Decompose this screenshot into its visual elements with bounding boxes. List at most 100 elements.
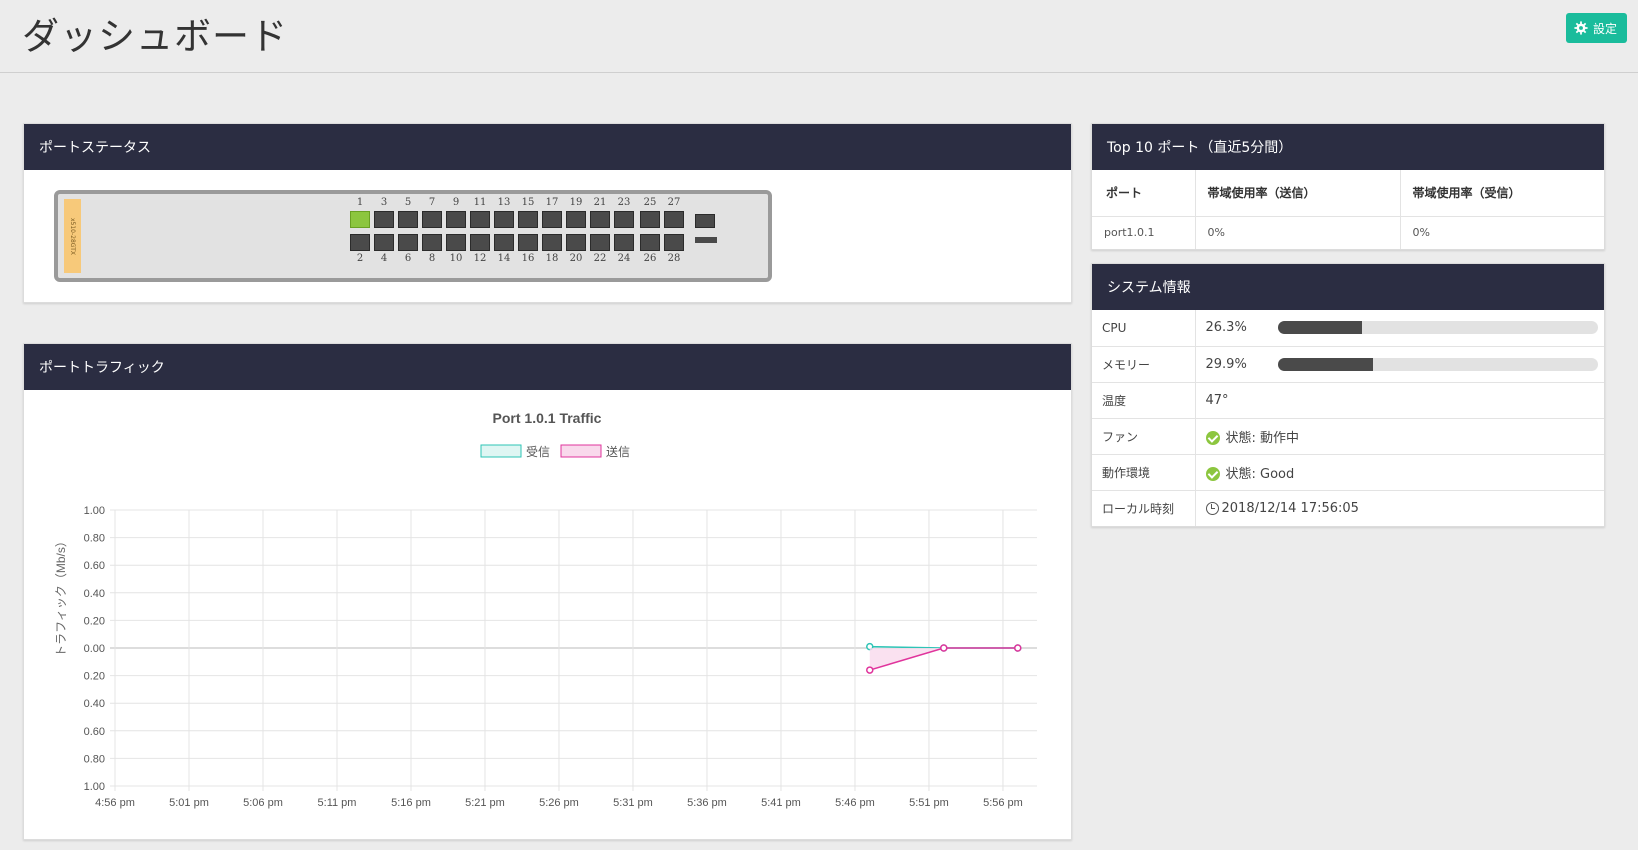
port-number-label: 14 bbox=[497, 253, 511, 264]
legend-label: 送信 bbox=[606, 444, 630, 459]
y-tick-label: 0.60 bbox=[84, 560, 105, 572]
clock-icon bbox=[1205, 501, 1219, 515]
port-14[interactable] bbox=[494, 234, 514, 251]
data-point bbox=[940, 644, 948, 652]
y-tick-label: 0.00 bbox=[84, 643, 105, 655]
port-24[interactable] bbox=[614, 234, 634, 251]
y-tick-label: 0.60 bbox=[84, 726, 105, 738]
port-12[interactable] bbox=[470, 234, 490, 251]
settings-button[interactable]: 設定 bbox=[1565, 13, 1627, 43]
port-number-label: 26 bbox=[643, 253, 657, 264]
environment-value: 状態: Good bbox=[1225, 466, 1295, 482]
cell-tx: 0% bbox=[1195, 216, 1401, 249]
port-number-label: 20 bbox=[569, 253, 583, 264]
fan-value: 状態: 動作中 bbox=[1225, 430, 1300, 446]
col-header-tx[interactable]: 帯域使用率（送信） bbox=[1195, 170, 1401, 217]
port-22[interactable] bbox=[590, 234, 610, 251]
check-circle-icon bbox=[1205, 431, 1220, 445]
port-15[interactable] bbox=[518, 211, 538, 228]
top10-title: Top 10 ポート（直近5分間） bbox=[1092, 124, 1604, 170]
port-2[interactable] bbox=[350, 234, 370, 251]
port-number-label: 28 bbox=[667, 253, 681, 264]
settings-label: 設定 bbox=[1592, 21, 1617, 36]
port-4[interactable] bbox=[374, 234, 394, 251]
port-number-label: 12 bbox=[473, 253, 487, 264]
port-traffic-panel: ポートトラフィック Port 1.0.1 Traffic 受信 送信 1.00 0.… bbox=[23, 343, 1072, 840]
port-10[interactable] bbox=[446, 234, 466, 251]
top-bar: ダッシュボード 設定 bbox=[0, 0, 1638, 73]
port-8[interactable] bbox=[422, 234, 442, 251]
port-number-label: 17 bbox=[545, 197, 559, 208]
top10-panel: Top 10 ポート（直近5分間） ポート 帯域使用率（送信） 帯域使用率（受信… bbox=[1091, 123, 1605, 250]
port-11[interactable] bbox=[470, 211, 490, 228]
gear-icon bbox=[1574, 21, 1588, 35]
port-25[interactable] bbox=[640, 211, 660, 228]
port-number-label: 19 bbox=[569, 197, 583, 208]
chart-series bbox=[866, 642, 1022, 674]
port-21[interactable] bbox=[590, 211, 610, 228]
cpu-value: 26.3% bbox=[1205, 320, 1247, 336]
memory-bar bbox=[1277, 357, 1598, 371]
col-header-port[interactable]: ポート bbox=[1092, 170, 1196, 217]
port-13[interactable] bbox=[494, 211, 514, 228]
port-1[interactable] bbox=[350, 211, 370, 228]
x-tick-label: 5:56 pm bbox=[983, 797, 1023, 809]
system-info-table: CPU 26.3% メモリー 29.9% 温度 47° ファン 状態: 動作中 … bbox=[1092, 310, 1604, 526]
port-26[interactable] bbox=[640, 234, 660, 251]
memory-value: 29.9% bbox=[1205, 356, 1247, 372]
page-title: ダッシュボード bbox=[22, 15, 288, 58]
port-18[interactable] bbox=[542, 234, 562, 251]
port-number-label: 15 bbox=[521, 197, 535, 208]
port-27[interactable] bbox=[664, 211, 684, 228]
environment-label: 動作環境 bbox=[1092, 454, 1196, 491]
port-number-label: 27 bbox=[667, 197, 681, 208]
legend-swatch bbox=[560, 444, 602, 458]
x-tick-label: 5:06 pm bbox=[243, 797, 283, 809]
sfp-port[interactable] bbox=[695, 237, 717, 243]
memory-row: メモリー 29.9% bbox=[1092, 346, 1604, 383]
cpu-bar-fill bbox=[1277, 321, 1362, 335]
y-tick-label: 0.80 bbox=[84, 753, 105, 765]
port-23[interactable] bbox=[614, 211, 634, 228]
port-number-label: 7 bbox=[428, 197, 436, 208]
switch-model-label: x510-28GTX bbox=[64, 199, 81, 273]
sfp-port[interactable] bbox=[695, 214, 715, 228]
temperature-row: 温度 47° bbox=[1092, 382, 1604, 419]
data-point bbox=[866, 666, 874, 674]
cpu-label: CPU bbox=[1092, 310, 1196, 347]
environment-row: 動作環境 状態: Good bbox=[1092, 454, 1604, 491]
memory-label: メモリー bbox=[1092, 346, 1196, 383]
local-time-label: ローカル時刻 bbox=[1092, 490, 1196, 526]
system-info-panel: システム情報 CPU 26.3% メモリー 29.9% 温度 47° ファン 状… bbox=[1091, 263, 1605, 527]
port-number-label: 21 bbox=[593, 197, 607, 208]
fan-row: ファン 状態: 動作中 bbox=[1092, 418, 1604, 455]
port-19[interactable] bbox=[566, 211, 586, 228]
port-5[interactable] bbox=[398, 211, 418, 228]
legend-swatch bbox=[480, 444, 522, 458]
table-row: port1.0.1 0% 0% bbox=[1092, 216, 1604, 249]
port-6[interactable] bbox=[398, 234, 418, 251]
x-tick-label: 5:01 pm bbox=[169, 797, 209, 809]
port-number-label: 18 bbox=[545, 253, 559, 264]
port-number-label: 23 bbox=[617, 197, 631, 208]
memory-bar-fill bbox=[1277, 357, 1374, 371]
top10-table: ポート 帯域使用率（送信） 帯域使用率（受信） port1.0.1 0% 0% bbox=[1092, 170, 1604, 249]
port-16[interactable] bbox=[518, 234, 538, 251]
chart-legend: 受信 送信 bbox=[480, 444, 630, 459]
port-number-label: 5 bbox=[404, 197, 412, 208]
port-3[interactable] bbox=[374, 211, 394, 228]
port-9[interactable] bbox=[446, 211, 466, 228]
local-time-row: ローカル時刻 2018/12/14 17:56:05 bbox=[1092, 490, 1604, 526]
port-17[interactable] bbox=[542, 211, 562, 228]
y-tick-label: 1.00 bbox=[84, 781, 105, 793]
col-header-rx[interactable]: 帯域使用率（受信） bbox=[1400, 170, 1604, 217]
port-20[interactable] bbox=[566, 234, 586, 251]
port-7[interactable] bbox=[422, 211, 442, 228]
y-tick-label: 1.00 bbox=[84, 505, 105, 517]
port-28[interactable] bbox=[664, 234, 684, 251]
x-tick-label: 5:36 pm bbox=[687, 797, 727, 809]
port-number-label: 3 bbox=[380, 197, 388, 208]
y-tick-label: 0.20 bbox=[84, 615, 105, 627]
port-number-label: 8 bbox=[428, 253, 436, 264]
port-number-label: 9 bbox=[452, 197, 460, 208]
